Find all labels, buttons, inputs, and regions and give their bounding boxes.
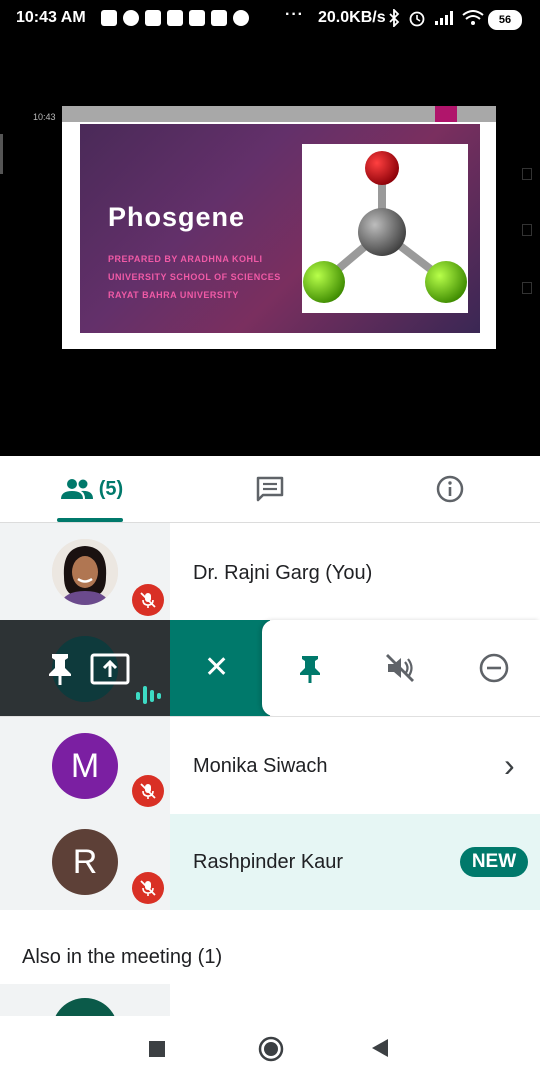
participant-name: Rashpinder Kaur [193,851,344,873]
muted-mic-icon [132,872,164,904]
gallery-icon [211,10,227,26]
slide-line: UNIVERSITY SCHOOL OF SCIENCES [108,272,281,282]
slide: Phosgene PREPARED BY ARADHNA KOHLI UNIVE… [80,124,480,333]
people-icon [60,479,93,499]
pin-icon [300,656,320,683]
facebook-icon [123,10,139,26]
participant-name: Monika Siwach [193,755,328,777]
muted-mic-icon [132,775,164,807]
signal-icon [435,11,453,25]
tab-info[interactable] [420,456,480,522]
alarm-icon [409,11,425,27]
whatsapp-icon [233,10,249,26]
teams-icon [167,10,183,26]
avatar [52,539,118,605]
clock: 10:43 AM [16,9,86,26]
bluetooth-icon [389,9,400,27]
shared-screen-clock: 10:43 [33,112,56,122]
close-actions-button[interactable]: ✕ [170,620,270,716]
notification-icons [101,10,249,26]
slide-line: PREPARED BY ARADHNA KOHLI [108,254,263,264]
participant-row[interactable]: Dr. Rajni Garg (You) [0,523,540,620]
people-count: (5) [98,477,124,500]
system-icons [388,9,484,27]
shared-screen-statusbar [62,106,496,122]
edge-icon [522,168,532,180]
tab-chat[interactable] [240,456,300,522]
action-buttons [262,620,540,716]
shared-screen-marker [435,106,457,122]
back-button[interactable] [371,1038,389,1058]
message-icon [101,10,117,26]
recents-button[interactable] [148,1040,166,1058]
remove-icon [479,653,509,683]
home-button[interactable] [258,1036,284,1062]
battery-indicator: 56 [488,10,522,30]
panel-tabs: (5) [0,456,540,523]
edge-handle [0,134,3,174]
avatar: R [52,829,118,895]
chat-icon [256,476,284,502]
close-icon: ✕ [204,651,230,684]
teams-icon [145,10,161,26]
info-icon [436,475,464,503]
pinned-icon [49,654,71,685]
slide-line: RAYAT BAHRA UNIVERSITY [108,290,239,300]
participant-actions: ✕ [0,620,540,716]
participant-row[interactable]: R Rashpinder Kaur NEW [0,814,540,910]
wifi-icon [462,10,484,25]
network-speed: 20.0KB/s [318,9,386,26]
muted-mic-icon [132,584,164,616]
teams-icon [189,10,205,26]
mute-speaker-icon [386,654,414,682]
audio-level-icon [136,686,161,704]
shared-screen: Phosgene PREPARED BY ARADHNA KOHLI UNIVE… [62,106,496,349]
navigation-bar [0,1016,540,1080]
slide-title: Phosgene [108,202,246,232]
participant-name: Dr. Rajni Garg (You) [193,562,373,584]
mute-button[interactable] [380,648,420,688]
edge-icon [522,224,532,236]
pin-button[interactable] [290,648,330,688]
section-heading: Also in the meeting (1) [22,946,223,968]
presenter-cell [0,620,170,716]
chevron-right-icon[interactable]: › [504,747,515,784]
presenting-icon [90,653,130,685]
avatar [52,998,118,1016]
new-badge: NEW [460,847,528,877]
molecule-image [302,144,468,313]
avatar: M [52,733,118,799]
active-tab-indicator [57,518,123,522]
avatar-cell [0,984,170,1016]
more-notifications-icon: ··· [285,6,304,23]
edge-icon [522,282,532,294]
remove-button[interactable] [474,648,514,688]
tab-people[interactable]: (5) [40,456,144,522]
status-bar: 10:43 AM ··· 20.0KB/s 56 [0,0,540,38]
participant-row[interactable]: M Monika Siwach › [0,717,540,814]
